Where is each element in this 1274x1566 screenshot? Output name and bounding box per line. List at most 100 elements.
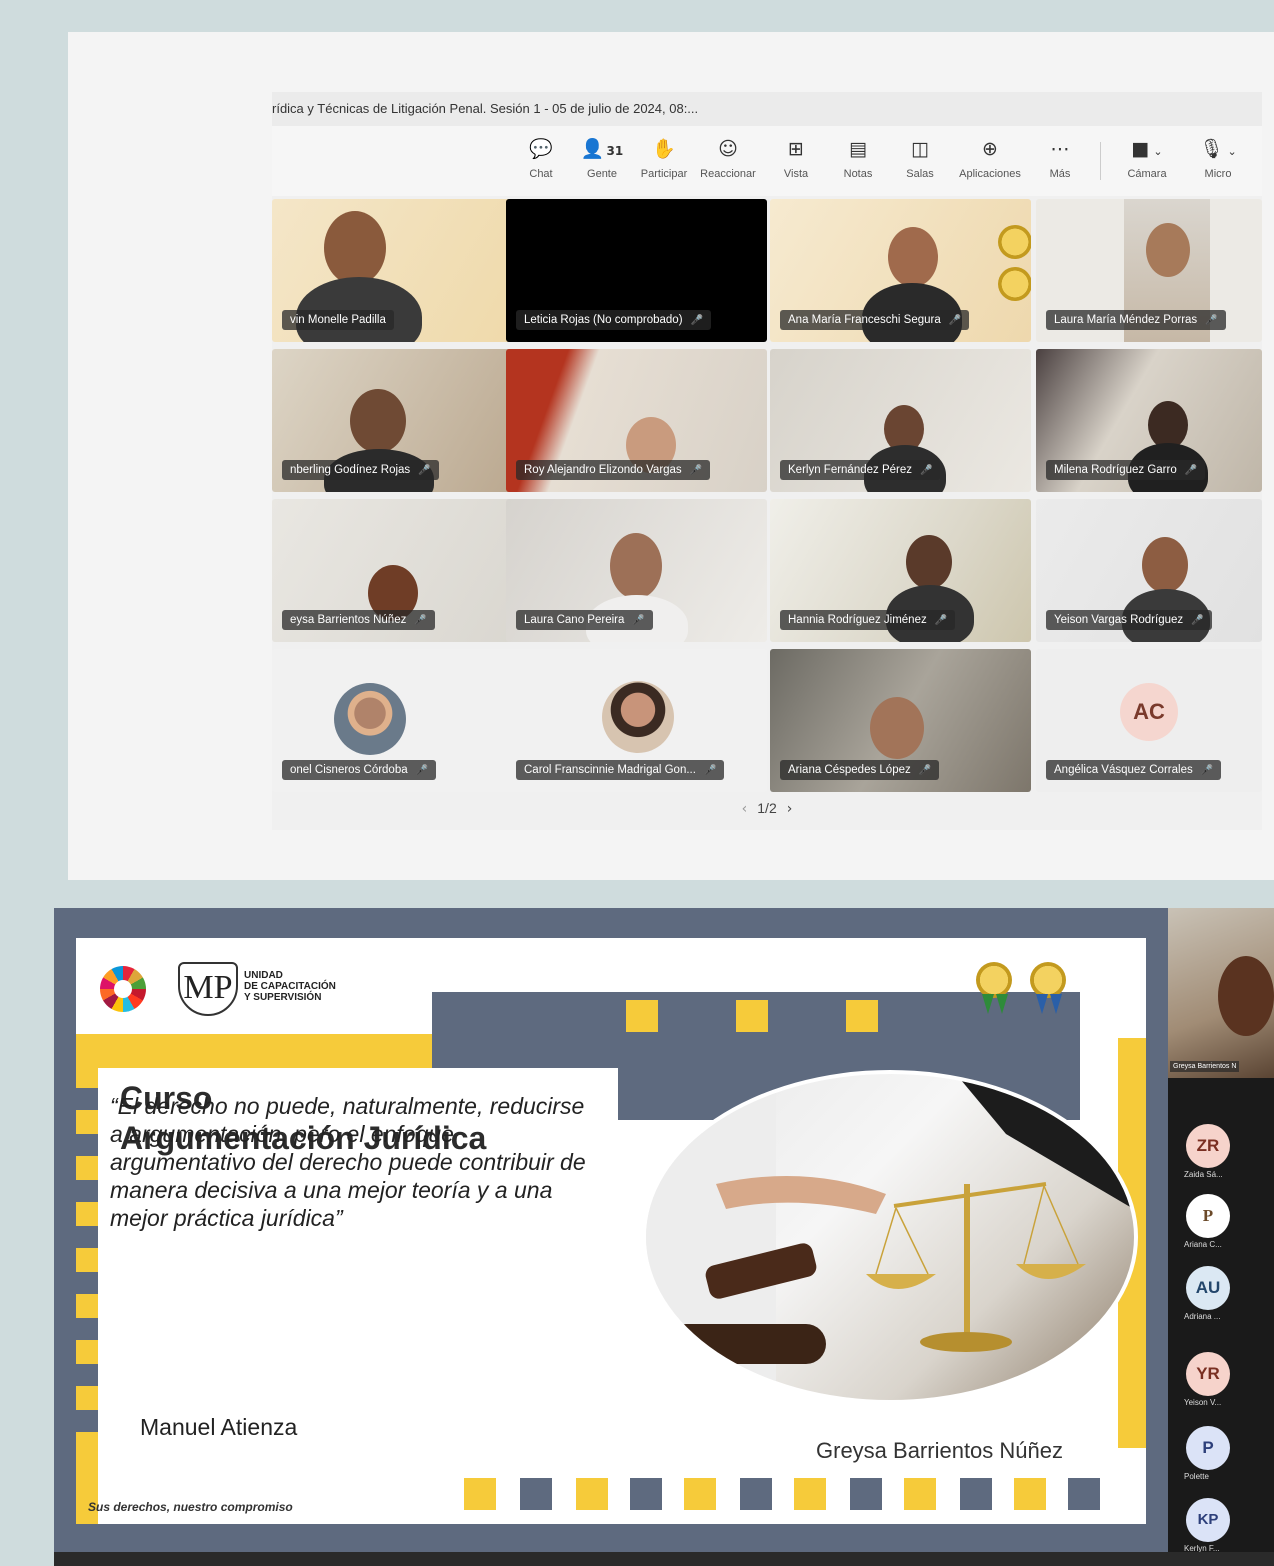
medal-icon	[1030, 962, 1066, 998]
video-tile[interactable]: vin Monelle Padilla	[272, 199, 533, 342]
video-tile[interactable]: Yeison Vargas Rodríguez 🎤	[1036, 499, 1262, 642]
video-tile[interactable]: Laura María Méndez Porras 🎤	[1036, 199, 1262, 342]
video-tile[interactable]: Laura Cano Pereira 🎤	[506, 499, 767, 642]
quote-author: Manuel Atienza	[140, 1414, 298, 1440]
mic-muted-icon: 🎤	[690, 315, 703, 326]
apps-button[interactable]: ⊕ Aplicaciones	[956, 136, 1024, 180]
bottom-bar	[54, 1552, 1274, 1566]
avatar	[602, 681, 674, 753]
slide-quote: “El derecho no puede, naturalmente, redu…	[110, 1093, 586, 1231]
mic-muted-icon: 🎤	[414, 615, 427, 626]
logo-header: MP UNIDAD DE CAPACITACIÓN Y SUPERVISIÓN	[80, 944, 420, 1030]
participant-name: Ariana Céspedes López 🎤	[780, 760, 940, 780]
chat-button[interactable]: 💬 Chat	[511, 136, 571, 180]
participant-name: nberling Godínez Rojas 🎤	[282, 460, 439, 480]
rooms-button[interactable]: ◫ Salas	[890, 136, 950, 180]
mic-muted-icon: 🎤	[934, 615, 948, 626]
ribbon-icon	[982, 994, 1062, 1014]
teams-window: rídica y Técnicas de Litigación Penal. S…	[272, 92, 1262, 830]
mic-muted-icon: 🎤	[415, 765, 429, 776]
participant-name: Ana María Franceschi Segura 🎤	[780, 310, 970, 330]
participant-name: Yeison Vargas Rodríguez 🎤	[1046, 610, 1212, 630]
slide: MP UNIDAD DE CAPACITACIÓN Y SUPERVISIÓN …	[76, 938, 1146, 1524]
slogan: Sus derechos, nuestro compromiso	[88, 1500, 293, 1514]
mic-muted-icon: 🎤	[920, 465, 933, 476]
camera-icon: ■	[1131, 138, 1150, 160]
chevron-down-icon: ⌄	[1153, 145, 1163, 158]
attendee-name: Adriana ...	[1184, 1312, 1221, 1321]
people-button[interactable]: 👤 31 Gente	[572, 136, 632, 180]
view-button[interactable]: ⊞ Vista	[766, 136, 826, 180]
toolbar-divider	[1100, 142, 1101, 180]
rooms-icon: ◫	[911, 138, 929, 160]
mp-logo: MP	[178, 962, 238, 1016]
medal-icon	[998, 225, 1031, 259]
video-tile[interactable]: Ariana Céspedes López 🎤	[770, 649, 1031, 792]
avatar[interactable]: AU	[1186, 1266, 1230, 1310]
video-tile[interactable]: onel Cisneros Córdoba 🎤	[272, 649, 533, 792]
participant-name: Laura Cano Pereira 🎤	[516, 610, 653, 630]
raise-hand-button[interactable]: ✋ Participar	[634, 136, 694, 180]
video-tile[interactable]: Hannia Rodríguez Jiménez 🎤	[770, 499, 1031, 642]
avatar[interactable]: P	[1186, 1194, 1230, 1238]
avatar	[334, 683, 406, 755]
unit-name: UNIDAD DE CAPACITACIÓN Y SUPERVISIÓN	[244, 970, 336, 1003]
video-tile[interactable]: Milena Rodríguez Garro 🎤	[1036, 349, 1262, 492]
attendee-sidebar: Greysa Barrientos N ZR Zaida Sá... P Ari…	[1168, 908, 1274, 1566]
chevron-left-icon[interactable]: ‹	[742, 801, 748, 817]
avatar[interactable]: YR	[1186, 1352, 1230, 1396]
presentation-area: MP UNIDAD DE CAPACITACIÓN Y SUPERVISIÓN …	[54, 908, 1274, 1566]
avatar[interactable]: KP	[1186, 1498, 1230, 1542]
video-tile[interactable]: AC Angélica Vásquez Corrales 🎤	[1036, 649, 1262, 792]
chat-icon: 💬	[529, 138, 553, 160]
video-tile[interactable]: Roy Alejandro Elizondo Vargas 🎤	[506, 349, 767, 492]
participant-name: Carol Franscinnie Madrigal Gon... 🎤	[516, 760, 725, 780]
participant-name: Milena Rodríguez Garro 🎤	[1046, 460, 1206, 480]
medal-icon	[976, 962, 1012, 998]
attendee-name: Zaida Sá...	[1184, 1170, 1223, 1179]
react-button[interactable]: ☺ Reaccionar	[698, 136, 758, 180]
participant-name: Greysa Barrientos N	[1170, 1061, 1240, 1072]
avatar[interactable]: P	[1186, 1426, 1230, 1470]
attendee-name: Polette	[1184, 1472, 1209, 1481]
camera-button[interactable]: ■ ⌄ Cámara	[1112, 136, 1182, 180]
participant-name: vin Monelle Padilla	[282, 310, 394, 330]
participant-name: eysa Barrientos Núñez 🎤	[282, 610, 435, 630]
avatar[interactable]: ZR	[1186, 1124, 1230, 1168]
video-tile[interactable]: eysa Barrientos Núñez 🎤	[272, 499, 533, 642]
chevron-right-icon[interactable]: ›	[787, 801, 793, 817]
video-tile[interactable]: Leticia Rojas (No comprobado) 🎤	[506, 199, 767, 342]
notes-button[interactable]: ▤ Notas	[828, 136, 888, 180]
grid-view-icon: ⊞	[788, 138, 804, 160]
video-tile[interactable]: Ana María Franceschi Segura 🎤	[770, 199, 1031, 342]
participant-name: Angélica Vásquez Corrales 🎤	[1046, 760, 1222, 780]
mic-muted-icon: 🎤	[703, 765, 717, 776]
participant-name: Hannia Rodríguez Jiménez 🎤	[780, 610, 956, 630]
notes-icon: ▤	[849, 138, 867, 160]
video-tile[interactable]: Kerlyn Fernández Pérez 🎤	[770, 349, 1031, 492]
presenter-video[interactable]: Greysa Barrientos N	[1168, 908, 1274, 1078]
chevron-down-icon: ⌄	[1227, 145, 1237, 158]
meeting-screenshot-card: rídica y Técnicas de Litigación Penal. S…	[68, 32, 1274, 880]
sdg-wheel-icon	[100, 966, 146, 1012]
meeting-title: rídica y Técnicas de Litigación Penal. S…	[272, 92, 1262, 126]
page-indicator: 1/2	[757, 800, 777, 816]
mic-muted-icon: 🎤	[1200, 765, 1214, 776]
mic-muted-icon: 🎤	[689, 465, 703, 476]
raise-hand-icon: ✋	[652, 138, 676, 160]
mic-muted-icon: 🎤	[948, 315, 962, 326]
video-grid: vin Monelle Padilla Leticia Rojas (No co…	[272, 199, 1262, 792]
mic-muted-icon: 🎤	[1205, 315, 1218, 326]
attendee-name: Yeison V...	[1184, 1398, 1222, 1407]
attendee-name: Ariana C...	[1184, 1240, 1222, 1249]
justice-scale-image	[642, 1070, 1138, 1404]
participant-name: Laura María Méndez Porras 🎤	[1046, 310, 1226, 330]
people-icon: 👤	[580, 138, 605, 160]
video-tile[interactable]: Carol Franscinnie Madrigal Gon... 🎤	[506, 649, 767, 792]
participant-name: Roy Alejandro Elizondo Vargas 🎤	[516, 460, 711, 480]
mic-muted-icon: 🎤	[918, 765, 932, 776]
participant-name: Kerlyn Fernández Pérez 🎤	[780, 460, 941, 480]
more-button[interactable]: ⋯ Más	[1030, 136, 1090, 180]
mic-button[interactable]: 🎙 ⌄ Micro	[1188, 136, 1248, 180]
video-tile[interactable]: nberling Godínez Rojas 🎤	[272, 349, 533, 492]
